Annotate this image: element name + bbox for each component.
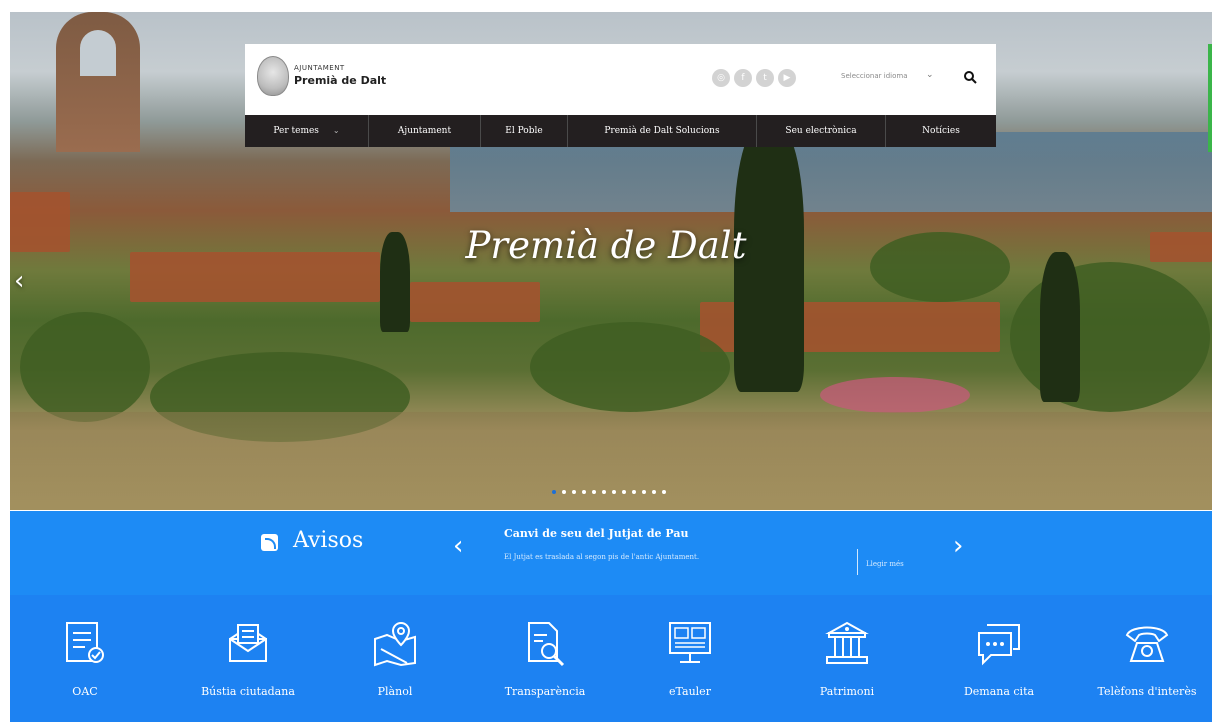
chevron-down-icon: ⌄ [332, 126, 340, 135]
quick-link-label: Bústia ciutadana [201, 685, 295, 698]
avisos-headline[interactable]: Canvi de seu del Jutjat de Pau [504, 527, 688, 540]
youtube-icon[interactable]: ▶ [778, 69, 796, 87]
search-icon[interactable] [963, 70, 977, 84]
hero-prev-arrow[interactable]: ‹ [14, 266, 24, 296]
instagram-icon[interactable]: ◎ [712, 69, 730, 87]
document-search-icon [528, 622, 565, 667]
twitter-icon[interactable]: t [756, 69, 774, 87]
nav-label: Notícies [922, 126, 960, 136]
slider-dot[interactable] [602, 490, 606, 494]
slider-dot[interactable] [552, 490, 556, 494]
roof [410, 282, 540, 322]
facebook-icon[interactable]: f [734, 69, 752, 87]
nav-label: Per temes [273, 126, 319, 136]
quick-link-etauler[interactable]: eTauler [615, 595, 765, 722]
nav-label: El Poble [505, 126, 543, 136]
logo-subtitle[interactable]: AJUNTAMENT [294, 64, 345, 72]
nav-item-solucions[interactable]: Premià de Dalt Solucions [568, 115, 757, 147]
quick-link-demana-cita[interactable]: Demana cita [924, 595, 1074, 722]
quick-link-label: Telèfons d'interès [1097, 685, 1197, 698]
phone-icon [1125, 626, 1169, 662]
avisos-bar: Avisos ‹ Canvi de seu del Jutjat de Pau … [10, 511, 1212, 595]
nav-item-ajuntament[interactable]: Ajuntament [369, 115, 481, 147]
nav-item-noticies[interactable]: Notícies [886, 115, 996, 147]
header-top: AJUNTAMENT Premià de Dalt ◎ f t ▶ Selecc… [245, 44, 996, 115]
tree [20, 312, 150, 422]
lawn [10, 412, 1212, 510]
building-icon [825, 621, 869, 664]
monitor-icon [669, 622, 711, 663]
slider-dot[interactable] [562, 490, 566, 494]
nav-label: Premià de Dalt Solucions [604, 126, 720, 136]
rss-icon [261, 534, 278, 551]
cypress-tree [1040, 252, 1080, 402]
nav-item-el-poble[interactable]: El Poble [481, 115, 568, 147]
quick-link-label: Patrimoni [819, 685, 875, 698]
slider-dot[interactable] [622, 490, 626, 494]
logo-shield-icon[interactable] [257, 56, 289, 96]
slider-dot[interactable] [612, 490, 616, 494]
form-check-icon [66, 622, 104, 663]
read-more-link[interactable]: Llegir més [866, 560, 904, 568]
slider-dot[interactable] [632, 490, 636, 494]
quick-link-label: Transparència [504, 685, 586, 698]
mail-icon [229, 624, 267, 662]
nav-item-seu-electronica[interactable]: Seu electrònica [757, 115, 886, 147]
slider-dots [552, 490, 666, 494]
chevron-down-icon[interactable]: ⌄ [926, 70, 934, 80]
hero-title: Premià de Dalt [465, 224, 747, 267]
bush [530, 322, 730, 412]
nav-label: Ajuntament [397, 126, 452, 136]
logo-title[interactable]: Premià de Dalt [294, 74, 386, 87]
side-tab[interactable] [1208, 44, 1212, 152]
slider-dot[interactable] [582, 490, 586, 494]
slider-dot[interactable] [642, 490, 646, 494]
nav-item-per-temes[interactable]: Per temes ⌄ [245, 115, 369, 147]
main-nav: Per temes ⌄ Ajuntament El Poble Premià de… [245, 115, 996, 147]
avisos-title: Avisos [293, 528, 364, 553]
language-select[interactable]: Seleccionar idioma [841, 72, 907, 80]
chat-icon [978, 624, 1020, 666]
church-tower [56, 12, 140, 152]
quick-link-planol[interactable]: Plànol [320, 595, 470, 722]
quick-link-transparencia[interactable]: Transparència [470, 595, 620, 722]
slider-dot[interactable] [652, 490, 656, 494]
avisos-prev-arrow[interactable]: ‹ [453, 531, 463, 561]
quick-link-label: eTauler [669, 685, 711, 698]
quick-links: OAC Bústia ciutadana Plànol Transparènci… [10, 595, 1212, 722]
slider-dot[interactable] [592, 490, 596, 494]
quick-link-oac[interactable]: OAC [10, 595, 160, 722]
quick-link-label: OAC [72, 685, 98, 698]
quick-link-label: Plànol [377, 685, 413, 698]
avisos-text: El Jutjat es traslada al segon pis de l'… [504, 553, 700, 561]
social-links: ◎ f t ▶ [712, 69, 796, 87]
slider-dot[interactable] [662, 490, 666, 494]
nav-label: Seu electrònica [785, 126, 857, 136]
map-pin-icon [374, 621, 416, 667]
quick-link-patrimoni[interactable]: Patrimoni [772, 595, 922, 722]
quick-link-bustia[interactable]: Bústia ciutadana [173, 595, 323, 722]
quick-link-label: Demana cita [963, 685, 1035, 698]
quick-link-telefons[interactable]: Telèfons d'interès [1072, 595, 1212, 722]
avisos-next-arrow[interactable]: › [953, 531, 963, 561]
divider [857, 549, 858, 575]
flower-bed [820, 377, 970, 413]
site-header: AJUNTAMENT Premià de Dalt ◎ f t ▶ Selecc… [245, 44, 996, 147]
slider-dot[interactable] [572, 490, 576, 494]
